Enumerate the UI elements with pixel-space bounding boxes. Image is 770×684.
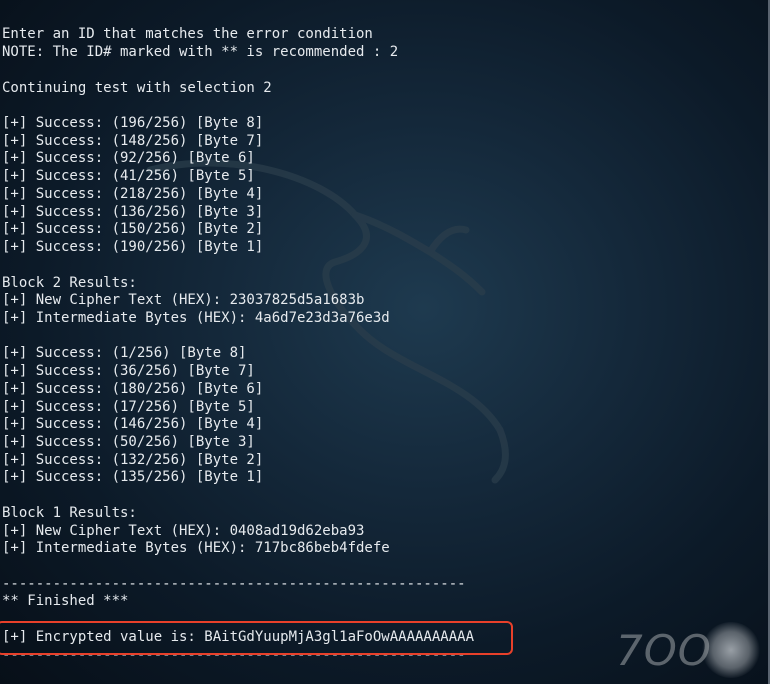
- terminal-line: [+] Success: (150/256) [Byte 2]: [2, 221, 264, 238]
- terminal-line: ----------------------------------------…: [2, 0, 474, 9]
- terminal-line: [+] New Cipher Text (HEX): 0408ad19d62eb…: [2, 522, 365, 539]
- terminal-line: [+] Success: (36/256) [Byte 7]: [2, 363, 255, 380]
- watermark-text: 7OO: [616, 626, 712, 675]
- terminal-line: [+] Success: (92/256) [Byte 6]: [2, 150, 255, 167]
- terminal-line: [+] Success: (218/256) [Byte 4]: [2, 185, 264, 202]
- terminal-line: [+] Success: (148/256) [Byte 7]: [2, 132, 264, 149]
- terminal-line: [+] Success: (180/256) [Byte 6]: [2, 380, 264, 397]
- terminal-line: [+] Success: (196/256) [Byte 8]: [2, 115, 264, 132]
- terminal-line: [+] Success: (50/256) [Byte 3]: [2, 433, 255, 450]
- terminal-line: [+] Success: (132/256) [Byte 2]: [2, 451, 264, 468]
- terminal-line: [+] Intermediate Bytes (HEX): 717bc86beb…: [2, 540, 390, 557]
- terminal-line: [+] Success: (41/256) [Byte 5]: [2, 168, 255, 185]
- terminal-line: [+] Success: (17/256) [Byte 5]: [2, 398, 255, 415]
- terminal-line: NOTE: The ID# marked with ** is recommen…: [2, 44, 399, 61]
- watermark-logo: 7OO: [612, 622, 762, 678]
- terminal-line: Continuing test with selection 2: [2, 79, 272, 96]
- terminal-line: Block 2 Results:: [2, 274, 137, 291]
- terminal-line: Block 1 Results:: [2, 504, 137, 521]
- encrypted-value-highlight: [0, 621, 513, 655]
- terminal-line: Enter an ID that matches the error condi…: [2, 26, 373, 43]
- terminal-line: [+] Success: (136/256) [Byte 3]: [2, 203, 264, 220]
- terminal-output: ----------------------------------------…: [2, 0, 474, 664]
- terminal-line: [+] Success: (190/256) [Byte 1]: [2, 239, 264, 256]
- terminal-line: [+] Success: (1/256) [Byte 8]: [2, 345, 247, 362]
- terminal-line: [+] Success: (135/256) [Byte 1]: [2, 469, 264, 486]
- terminal-line: [+] Intermediate Bytes (HEX): 4a6d7e23d3…: [2, 309, 390, 326]
- terminal-line: [+] Success: (146/256) [Byte 4]: [2, 416, 264, 433]
- terminal-line: [+] New Cipher Text (HEX): 23037825d5a16…: [2, 292, 365, 309]
- terminal-line: ** Finished ***: [2, 593, 129, 610]
- terminal-line: ----------------------------------------…: [2, 575, 466, 592]
